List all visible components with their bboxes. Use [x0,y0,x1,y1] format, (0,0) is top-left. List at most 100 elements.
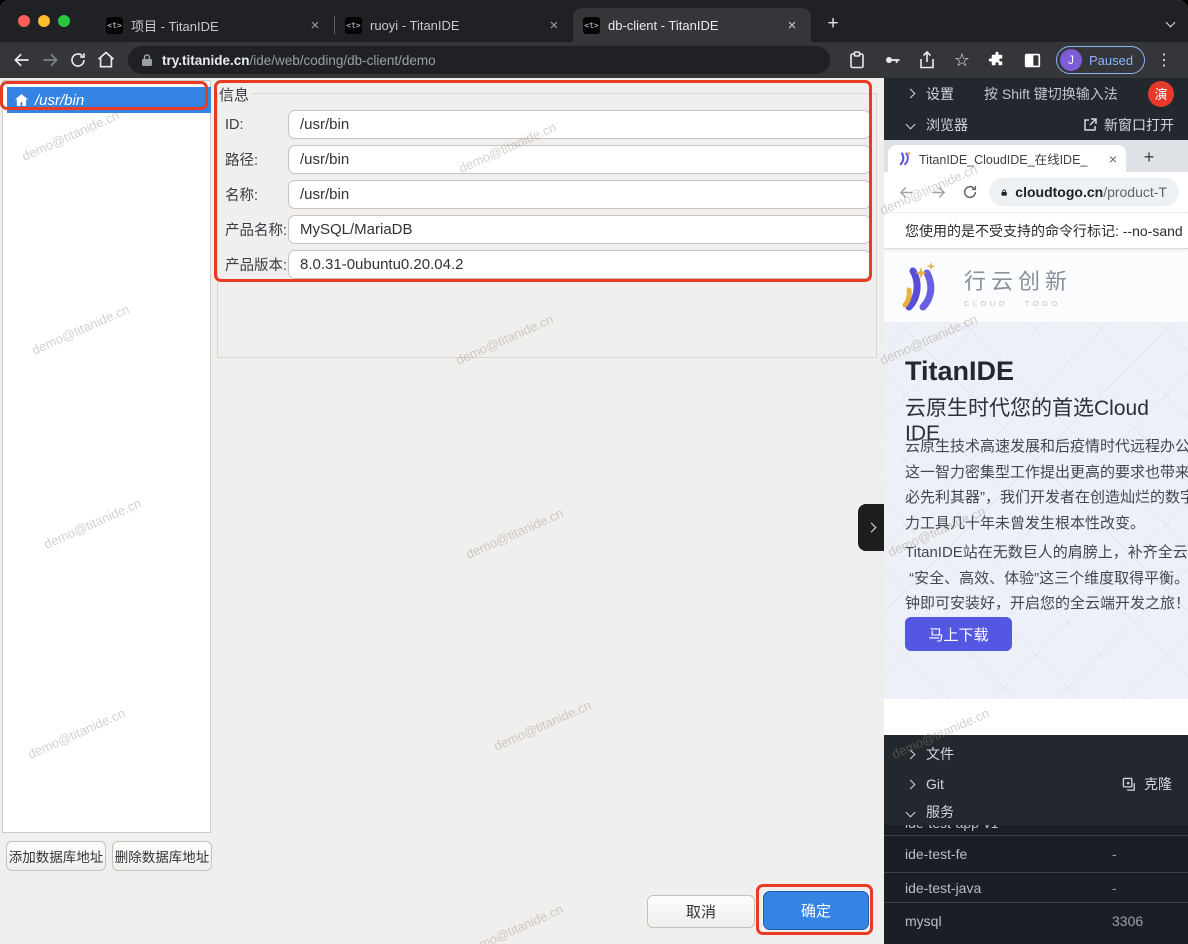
reload-icon[interactable] [64,46,92,74]
hero-white-strip [884,699,1188,735]
bookmark-star-icon[interactable]: ☆ [947,46,977,74]
remove-database-button[interactable]: 删除数据库地址 [112,841,212,871]
chevron-down-icon [906,120,916,130]
url-path: /ide/web/coding/db-client/demo [250,53,436,68]
ime-hint: 按 Shift 键切换输入法 [984,84,1118,104]
database-list-item-selected[interactable]: /usr/bin [7,87,211,113]
reload-icon[interactable] [957,179,983,205]
close-tab-icon[interactable]: × [783,17,801,34]
database-path-label: /usr/bin [35,92,84,109]
git-label: Git [926,776,944,792]
service-row[interactable]: mysql 3306 [884,902,1188,938]
database-list[interactable]: /usr/bin [2,80,211,833]
db-client-page: /usr/bin 信息 ID: /usr/bin 路径: /usr/bin 名称… [0,78,884,944]
settings-row[interactable]: 设置 按 Shift 键切换输入法 演 [884,78,1188,109]
share-icon[interactable] [912,46,942,74]
url-path: /product-T [1103,184,1167,200]
forward-icon[interactable] [925,179,951,205]
cloudtogo-favicon-icon [897,151,912,166]
tab-db-client[interactable]: <t> db-client - TitanIDE × [573,8,811,42]
demo-badge[interactable]: 演 [1148,81,1174,107]
hero-paragraph-1: 云原生技术高速发展和后疫情时代远程办公等 这一智力密集型工作提出更高的要求也带来… [905,434,1188,536]
forward-icon[interactable] [36,46,64,74]
brand-subtitle: CLOUD · TOGO [964,299,1072,308]
service-name: mysql [905,913,942,929]
panel-bottom-sections: 文件 Git 克隆 服务 ide-test-app-v1 - [884,735,1188,944]
url-domain: try.titanide.cn [162,53,250,68]
tab-search-chevron-icon[interactable] [1167,13,1174,31]
cloudtogo-header: 行云创新 CLOUD · TOGO [884,249,1188,322]
browser-section-row[interactable]: 浏览器 新窗口打开 [884,109,1188,140]
password-key-icon[interactable] [877,46,907,74]
lock-icon [1001,186,1007,199]
close-window-icon[interactable] [18,15,30,27]
path-input[interactable]: /usr/bin [288,145,871,174]
embedded-tab[interactable]: TitanIDE_CloudIDE_在线IDE_ × [888,145,1126,172]
cancel-button[interactable]: 取消 [647,895,755,928]
open-new-window-button[interactable]: 新窗口打开 [1083,115,1174,135]
back-icon[interactable] [893,179,919,205]
traffic-lights [18,15,70,27]
download-now-button[interactable]: 马上下载 [905,617,1012,651]
tab-title: ruoyi - TitanIDE [370,18,537,33]
field-label-product-name: 产品名称: [225,219,287,240]
files-section-row[interactable]: 文件 [884,739,1188,769]
services-section-row[interactable]: 服务 [884,799,1188,825]
embedded-tab-bar: TitanIDE_CloudIDE_在线IDE_ × + [884,140,1188,172]
ide-side-panel: 设置 按 Shift 键切换输入法 演 浏览器 新窗口打开 TitanIDE_C… [884,78,1188,944]
service-row[interactable]: ide-test-fe - [884,835,1188,872]
browser-menu-icon[interactable]: ⋮ [1154,50,1174,70]
extensions-puzzle-icon[interactable] [982,46,1012,74]
tab-project[interactable]: <t> 项目 - TitanIDE × [96,8,334,42]
panel-expand-handle[interactable] [858,504,884,551]
titanide-favicon-icon: <t> [583,17,600,34]
minimize-window-icon[interactable] [38,15,50,27]
add-database-button[interactable]: 添加数据库地址 [6,841,106,871]
chevron-down-icon [906,807,916,817]
close-tab-icon[interactable]: × [1109,151,1117,167]
profile-status: Paused [1089,53,1133,68]
field-label-path: 路径: [225,149,287,170]
tab-title: 项目 - TitanIDE [131,16,298,35]
side-panel-icon[interactable] [1017,46,1047,74]
hero-paragraph-2: TitanIDE站在无数巨人的肩膀上，补齐全云端 “安全、高效、体验”这三个维度… [905,540,1188,617]
field-label-product-version: 产品版本: [225,254,287,275]
id-input[interactable]: /usr/bin [288,110,871,139]
git-section-row[interactable]: Git 克隆 [884,769,1188,799]
service-port: - [1112,880,1117,896]
service-name: ide-test-java [905,880,981,896]
product-version-input[interactable]: 8.0.31-0ubuntu0.20.04.2 [288,250,871,279]
address-bar[interactable]: try.titanide.cn/ide/web/coding/db-client… [128,46,830,74]
browser-section-label: 浏览器 [926,115,968,135]
embedded-address-bar[interactable]: cloudtogo.cn/product-T [989,178,1179,206]
clone-button[interactable]: 克隆 [1122,774,1172,794]
files-label: 文件 [926,744,954,764]
titanide-favicon-icon: <t> [345,17,362,34]
product-name-input[interactable]: MySQL/MariaDB [288,215,871,244]
clone-icon [1122,777,1137,792]
clipboard-icon[interactable] [842,46,872,74]
tab-strip: <t> 项目 - TitanIDE × <t> ruoyi - TitanIDE… [0,0,1188,42]
confirm-button[interactable]: 确定 [763,891,869,930]
service-row[interactable]: ide-test-java - [884,872,1188,902]
close-tab-icon[interactable]: × [306,17,324,34]
profile-button[interactable]: J Paused [1056,46,1145,74]
brand-name: 行云创新 [964,264,1072,296]
maximize-window-icon[interactable] [58,15,70,27]
chevron-right-icon [906,779,916,789]
embedded-new-tab-button[interactable]: + [1136,144,1162,170]
tab-ruoyi[interactable]: <t> ruoyi - TitanIDE × [335,8,573,42]
hero-section: TitanIDE 云原生时代您的首选Cloud IDE 云原生技术高速发展和后疫… [884,322,1188,699]
home-icon[interactable] [92,46,120,74]
settings-label: 设置 [926,84,954,104]
service-port: - [1112,846,1117,862]
new-tab-button[interactable]: + [819,10,847,38]
avatar: J [1060,49,1082,71]
name-input[interactable]: /usr/bin [288,180,871,209]
close-tab-icon[interactable]: × [545,17,563,34]
hero-title: TitanIDE [905,356,1014,387]
embedded-browser: TitanIDE_CloudIDE_在线IDE_ × + cloudtogo.c… [884,140,1188,813]
browser-window: <t> 项目 - TitanIDE × <t> ruoyi - TitanIDE… [0,0,1188,944]
field-label-name: 名称: [225,184,287,205]
back-icon[interactable] [8,46,36,74]
